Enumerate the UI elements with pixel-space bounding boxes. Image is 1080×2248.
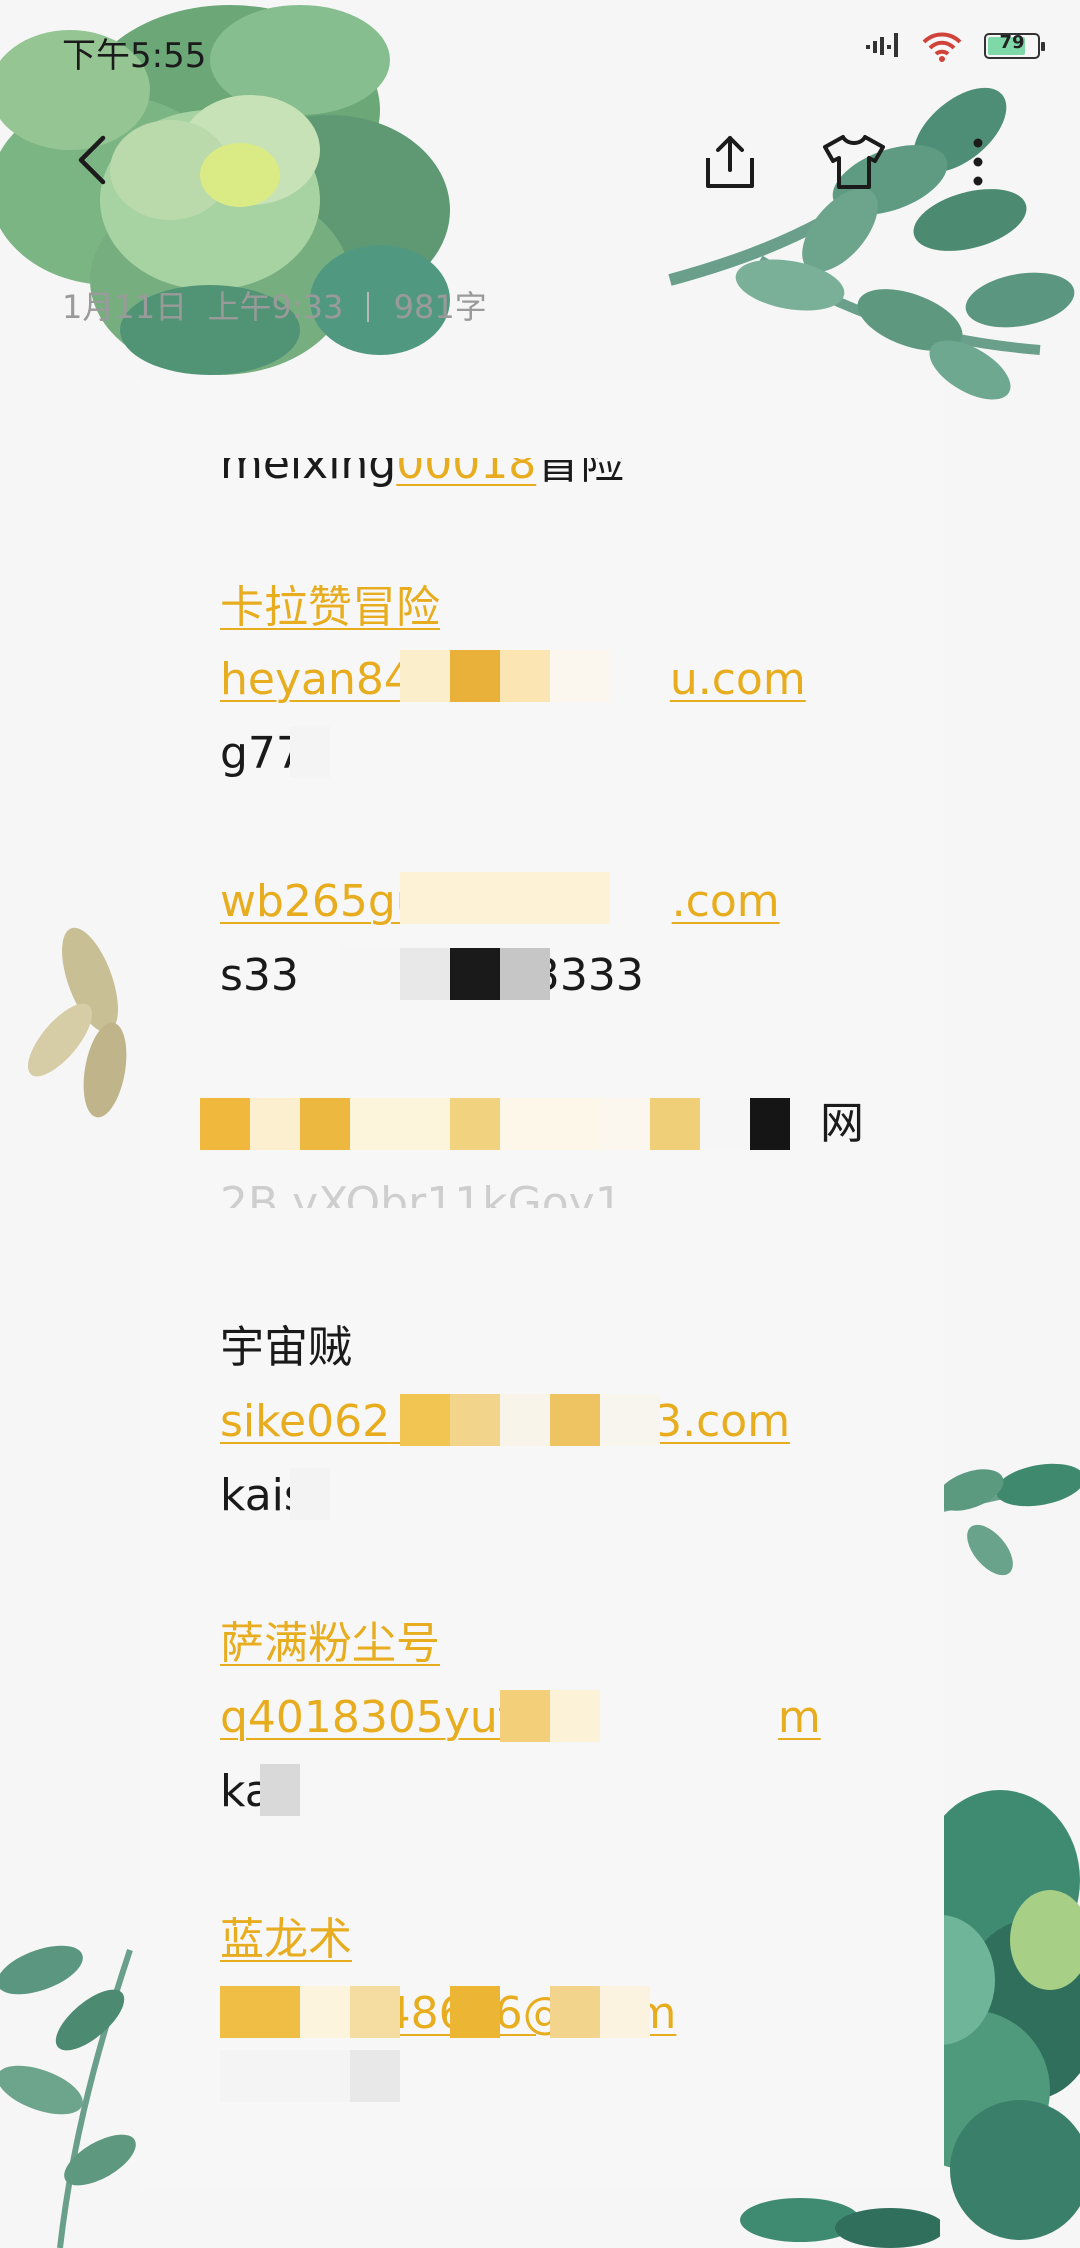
mosaic-block [650,1098,700,1150]
note-date: 1月11日 [62,288,188,326]
password-text: s33 [220,950,299,1001]
mosaic-block [350,1986,400,2038]
mosaic-block [400,948,450,1000]
mosaic-block [350,2050,400,2102]
email-link-tail[interactable]: 3.com [654,1396,790,1447]
leaf-branch-top-right [668,87,1075,400]
entry-title-link[interactable]: 卡拉赞冒险 [220,580,440,636]
mosaic-block [600,1986,650,2038]
mosaic-block [340,948,400,1000]
mosaic-block [290,726,330,778]
status-time: 下午5:55 [62,36,207,76]
mosaic-block [550,1986,600,2038]
mosaic-block [300,1098,350,1150]
more-options-button[interactable] [958,124,998,200]
entry-title-link[interactable]: 蓝龙术 [220,1912,352,1968]
status-bar: 下午5:55 79 [0,0,1080,96]
battery-percent: 79 [999,32,1025,53]
mosaic-block [450,1986,500,2038]
mosaic-block [450,1394,500,1446]
mosaic-block [300,1986,350,2038]
mosaic-block [500,650,550,702]
word-count: 981字 [393,288,487,326]
mosaic-block [550,1394,600,1446]
mosaic-block [500,1690,550,1742]
mosaic-block [450,1098,500,1150]
email-link[interactable]: sike062 [220,1396,390,1447]
email-link-tail[interactable]: .com [672,876,780,927]
tshirt-icon [823,135,885,189]
mosaic-block [500,1394,550,1446]
note-meta: 1月11日 上午9:33 981字 [62,282,487,328]
mosaic-block [400,650,450,702]
leaves-right-middle [936,1463,1080,1576]
more-vertical-icon [973,138,983,186]
entry-title-tail: 网 [820,1098,864,1149]
email-link-tail[interactable]: m [778,1692,821,1743]
leaves-bottom-center [740,2198,940,2248]
email-link-tail[interactable]: u.com [670,654,806,705]
meta-divider [367,292,370,322]
theme-button[interactable] [812,124,896,200]
mosaic-block [600,1394,660,1446]
battery-icon: 79 [984,32,1045,59]
leaves-bottom-left [0,1945,136,2248]
mosaic-block [700,1098,750,1150]
mosaic-block [450,948,500,1000]
back-button[interactable] [62,122,122,198]
wifi-icon [922,32,962,62]
share-button[interactable] [692,124,768,200]
note-time: 上午9:33 [207,288,344,326]
mosaic-block [600,1098,650,1150]
mosaic-block [500,948,550,1000]
mosaic-block [550,1690,600,1742]
mosaic-block [220,1986,300,2038]
beige-leaves-left [27,927,127,1118]
mosaic-block [250,1098,300,1150]
redacted-span [570,1690,778,1746]
entry-title-link[interactable]: 萨满粉尘号 [220,1616,440,1672]
mosaic-block [750,1098,790,1150]
mosaic-block [400,872,610,924]
mosaic-block [260,1764,300,1816]
mosaic-block [550,650,610,702]
mosaic-block [350,1098,450,1150]
mosaic-block [400,1394,450,1446]
signal-icon [866,33,898,57]
mosaic-block [200,1098,250,1150]
mosaic-block [450,650,500,702]
mosaic-block [500,1098,600,1150]
mosaic-block [220,2050,350,2102]
mosaic-block [290,1468,330,1520]
chevron-left-icon [78,135,106,185]
entry-title: 宇宙贼 [220,1322,352,1373]
share-icon [706,136,754,188]
